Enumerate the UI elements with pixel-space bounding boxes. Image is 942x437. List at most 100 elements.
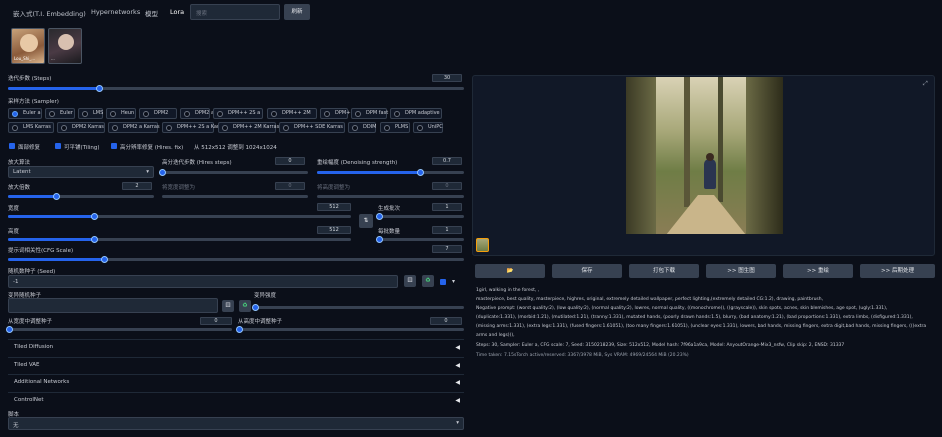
- sampler-option[interactable]: DPM++ 2S a: [213, 108, 263, 119]
- upscaler-select[interactable]: Latent ▾: [8, 166, 154, 178]
- accordion-controlnet[interactable]: ControlNet ◀: [8, 392, 464, 407]
- cfg-slider[interactable]: [8, 256, 464, 263]
- sampler-option[interactable]: DPM++ SDE Karras: [279, 122, 345, 133]
- slider-knob[interactable]: [6, 326, 13, 333]
- sampler-option[interactable]: DPM++ 2M: [267, 108, 317, 119]
- denoise-label: 重绘幅度 (Denoising strength): [317, 160, 398, 166]
- sampler-option[interactable]: Heun: [106, 108, 136, 119]
- slider-knob[interactable]: [53, 193, 61, 200]
- open-folder-button[interactable]: 📂: [475, 264, 545, 278]
- slider-knob[interactable]: [252, 304, 259, 311]
- seed-input[interactable]: -1: [8, 275, 398, 288]
- sampler-option[interactable]: LMS: [78, 108, 103, 119]
- sampler-option-label: DPM++ 2M: [282, 110, 311, 116]
- sampler-option[interactable]: UniPC: [413, 122, 443, 133]
- batch-size-slider[interactable]: [376, 236, 464, 243]
- height-input[interactable]: 512: [317, 226, 351, 234]
- variation-seed-input[interactable]: [8, 298, 218, 313]
- sampler-option[interactable]: DPM2 a: [180, 108, 214, 119]
- search-input[interactable]: 搜索: [190, 4, 280, 20]
- seed-resize-width-input[interactable]: 0: [200, 317, 232, 325]
- restore-faces-checkbox[interactable]: [9, 143, 15, 149]
- resize-width-slider[interactable]: [162, 195, 308, 198]
- slider-knob[interactable]: [90, 213, 98, 220]
- accordion-title: Additional Networks: [14, 379, 70, 385]
- upscale-by-slider[interactable]: [8, 193, 154, 200]
- send-to-extras-button[interactable]: >> 后期处理: [860, 264, 935, 278]
- accordion-additional-networks[interactable]: Additional Networks ◀: [8, 374, 464, 389]
- send-to-inpaint-button[interactable]: >> 重绘: [783, 264, 853, 278]
- send-to-img2img-button[interactable]: >> 图生图: [706, 264, 776, 278]
- hires-fix-checkbox[interactable]: [111, 143, 117, 149]
- chevron-down-icon[interactable]: ▾: [452, 278, 455, 285]
- slider-knob[interactable]: [376, 213, 383, 220]
- slider-knob[interactable]: [100, 256, 108, 263]
- resize-height-input[interactable]: 0: [432, 182, 462, 190]
- sampler-option[interactable]: PLMS: [380, 122, 410, 133]
- seed-resize-height-input[interactable]: 0: [430, 317, 462, 325]
- sampler-option[interactable]: DPM++ 2S a Karras: [162, 122, 227, 133]
- slider-knob[interactable]: [159, 169, 166, 176]
- steps-slider[interactable]: [8, 85, 464, 92]
- tab-hypernetworks[interactable]: Hypernetworks: [91, 8, 140, 16]
- sampler-option[interactable]: DDIM: [348, 122, 377, 133]
- upscale-by-input[interactable]: 2: [122, 182, 152, 190]
- tiling-checkbox[interactable]: [55, 143, 61, 149]
- slider-knob[interactable]: [90, 236, 98, 243]
- generated-image[interactable]: [626, 77, 783, 234]
- sampler-option[interactable]: LMS Karras: [8, 122, 54, 133]
- batch-count-slider[interactable]: [376, 213, 464, 220]
- seed-resize-height-label: 从高度中调整种子: [238, 319, 283, 325]
- lora-card[interactable]: ...: [48, 28, 82, 64]
- resize-width-input[interactable]: 0: [275, 182, 305, 190]
- radio-dot: [271, 111, 277, 117]
- sampler-option[interactable]: DPM++ 2M Karras: [218, 122, 279, 133]
- sampler-option[interactable]: DPM2 a Karras: [108, 122, 160, 133]
- save-button[interactable]: 保存: [552, 264, 622, 278]
- slider-knob[interactable]: [416, 169, 424, 176]
- tab-lora[interactable]: Lora: [170, 8, 184, 16]
- sampler-option[interactable]: Euler a: [8, 108, 42, 119]
- lora-card[interactable]: Lou_Shi_...: [11, 28, 45, 64]
- gallery-thumbnail[interactable]: [476, 238, 489, 252]
- zip-button[interactable]: 打包下载: [629, 264, 699, 278]
- expand-icon[interactable]: ⤢: [923, 80, 928, 88]
- swap-icon[interactable]: ⇅: [359, 214, 373, 228]
- resize-height-slider[interactable]: [317, 195, 464, 198]
- sampler-option[interactable]: DPM fast: [351, 108, 388, 119]
- steps-input[interactable]: 30: [432, 74, 462, 82]
- sampler-option[interactable]: DPM2: [139, 108, 177, 119]
- slider-knob[interactable]: [236, 326, 243, 333]
- sampler-option[interactable]: Euler: [45, 108, 75, 119]
- hires-steps-input[interactable]: 0: [275, 157, 305, 165]
- sampler-option-label: DPM2: [154, 110, 169, 116]
- sampler-option[interactable]: DPM++ SDE: [320, 108, 366, 119]
- seed-resize-width-slider[interactable]: [6, 326, 232, 333]
- tab-embedding[interactable]: 嵌入式(T.I. Embedding): [13, 8, 86, 18]
- recycle-icon[interactable]: ♻: [239, 300, 251, 312]
- batch-count-input[interactable]: 1: [432, 203, 462, 211]
- batch-size-input[interactable]: 1: [432, 226, 462, 234]
- tab-checkpoints[interactable]: 模型: [145, 8, 158, 18]
- sampler-option[interactable]: DPM2 Karras: [57, 122, 105, 133]
- cfg-input[interactable]: 7: [432, 245, 462, 253]
- hires-steps-slider[interactable]: [159, 169, 308, 176]
- denoise-slider[interactable]: [317, 169, 464, 176]
- denoise-input[interactable]: 0.7: [432, 157, 462, 165]
- sampler-option[interactable]: DPM adaptive: [390, 108, 442, 119]
- script-select[interactable]: 无 ▾: [8, 417, 464, 430]
- slider-knob[interactable]: [96, 85, 104, 92]
- dice-icon[interactable]: ⚅: [404, 275, 416, 287]
- height-slider[interactable]: [8, 236, 351, 243]
- extra-seed-checkbox[interactable]: [440, 279, 446, 285]
- accordion-tiled-vae[interactable]: Tiled VAE ◀: [8, 357, 464, 372]
- width-input[interactable]: 512: [317, 203, 351, 211]
- accordion-tiled-diffusion[interactable]: Tiled Diffusion ◀: [8, 339, 464, 354]
- variation-strength-slider[interactable]: [252, 304, 464, 311]
- refresh-button[interactable]: 刷新: [284, 4, 310, 20]
- recycle-icon[interactable]: ♻: [422, 275, 434, 287]
- dice-icon[interactable]: ⚅: [222, 300, 234, 312]
- width-slider[interactable]: [8, 213, 351, 220]
- slider-knob[interactable]: [376, 236, 383, 243]
- seed-resize-height-slider[interactable]: [236, 326, 464, 333]
